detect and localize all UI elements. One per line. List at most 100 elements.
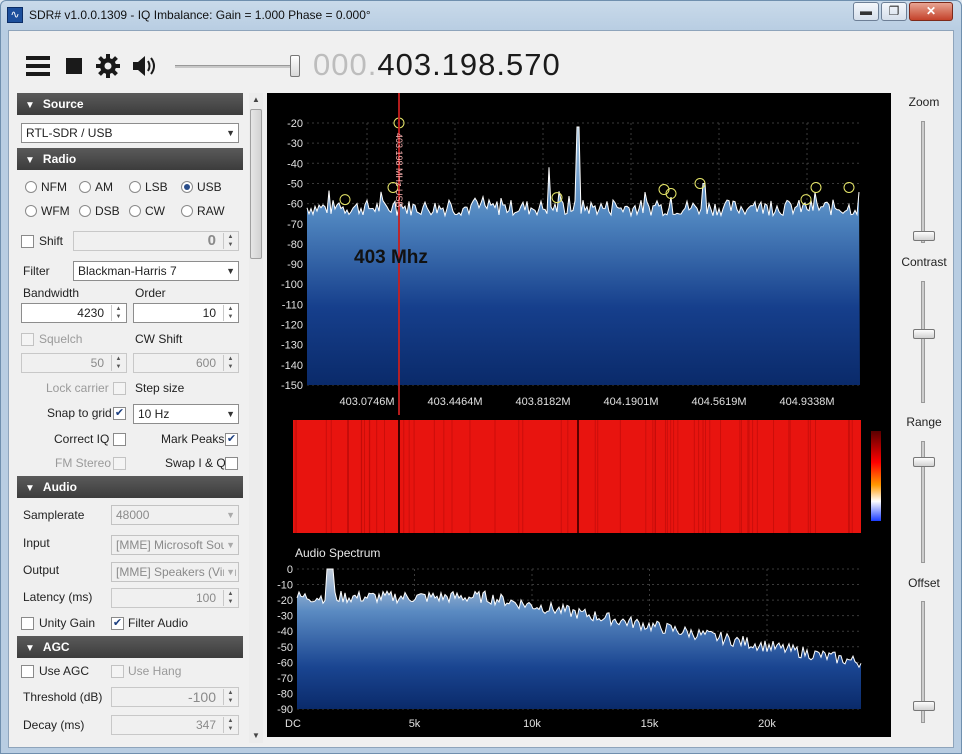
af-y-tick-label: -90 (277, 704, 293, 716)
mode-wfm-label: WFM (41, 204, 70, 218)
waterfall-streak (645, 420, 647, 533)
stop-icon[interactable] (61, 53, 87, 79)
spinner-icon[interactable]: ▲ ▼ (111, 305, 125, 321)
spinner-icon[interactable]: ▲ ▼ (223, 305, 237, 321)
mark-peaks-checkbox[interactable]: ✔ (225, 433, 238, 446)
step-size-select[interactable]: 10 Hz ▼ (133, 404, 239, 424)
spinner-icon[interactable]: ▲ ▼ (223, 689, 237, 705)
agc-header-label: AGC (42, 640, 70, 654)
scroll-down-icon[interactable]: ▼ (249, 729, 263, 743)
offset-slider-thumb[interactable] (913, 701, 935, 711)
waterfall-streak (849, 420, 851, 533)
scrollbar-thumb[interactable] (250, 109, 262, 259)
waterfall-streak (815, 420, 817, 533)
squelch-input[interactable]: 50 ▲ ▼ (21, 353, 127, 373)
latency-input[interactable]: 100 ▲ ▼ (111, 588, 239, 608)
agc-section-header[interactable]: ▼ AGC (17, 636, 243, 658)
audio-spectrum-title: Audio Spectrum (295, 546, 380, 560)
af-x-tick-label: DC (285, 718, 301, 730)
spinner-icon[interactable]: ▲ ▼ (223, 355, 237, 371)
waterfall-colorbar (871, 431, 881, 521)
samplerate-label: Samplerate (23, 508, 85, 522)
source-section-header[interactable]: ▼ Source (17, 93, 243, 115)
title-bar[interactable]: ∿ SDR# v1.0.0.1309 - IQ Imbalance: Gain … (1, 1, 961, 29)
control-panel-scrollbar[interactable]: ▲ ▼ (249, 93, 263, 743)
range-slider-thumb[interactable] (913, 457, 935, 467)
spinner-icon[interactable]: ▲ ▼ (223, 590, 237, 606)
samplerate-select[interactable]: 48000 ▼ (111, 505, 239, 525)
zoom-label: Zoom (908, 95, 940, 109)
range-label: Range (906, 415, 942, 429)
menu-icon[interactable] (25, 53, 51, 79)
volume-slider-track[interactable] (175, 65, 299, 68)
spinner-icon[interactable]: ▲ ▼ (223, 233, 237, 249)
order-input[interactable]: 10 ▲ ▼ (133, 303, 239, 323)
cw-shift-input[interactable]: 600 ▲ ▼ (133, 353, 239, 373)
volume-slider-thumb[interactable] (290, 55, 300, 77)
speaker-icon[interactable] (131, 53, 157, 79)
af-y-tick-label: -50 (277, 642, 293, 654)
maximize-button[interactable]: ❐ (881, 2, 907, 21)
mode-am-radio[interactable] (79, 181, 91, 193)
spectrum-display[interactable]: -20 -30 -40 -50 -60 -70 -80 -90 -100 -110 -120 -130… (267, 93, 891, 737)
mode-wfm-radio[interactable] (25, 205, 37, 217)
waterfall-streak (740, 420, 742, 533)
af-y-tick-label: -30 (277, 611, 293, 623)
lock-carrier-checkbox[interactable] (113, 382, 126, 395)
snap-to-grid-checkbox[interactable]: ✔ (113, 407, 126, 420)
waterfall-streak (295, 420, 297, 533)
correct-iq-checkbox[interactable] (113, 433, 126, 446)
rf-x-tick-label: 404.9338M (779, 396, 834, 408)
source-header-label: Source (42, 97, 84, 111)
shift-input[interactable]: 0 ▲ ▼ (73, 231, 239, 251)
contrast-slider-track[interactable] (921, 281, 925, 403)
vfo-label-text: 403.198 MHz USB (394, 133, 404, 208)
rf-x-tick-label: 404.1901M (603, 396, 658, 408)
radio-section-header[interactable]: ▼ Radio (17, 148, 243, 170)
source-device-select[interactable]: RTL-SDR / USB ▼ (21, 123, 239, 143)
mode-nfm-radio[interactable] (25, 181, 37, 193)
waterfall-streak (748, 420, 750, 533)
waterfall-streak (704, 420, 706, 533)
mode-raw-radio[interactable] (181, 205, 193, 217)
waterfall-streak (433, 420, 435, 533)
close-button[interactable]: ✕ (909, 2, 953, 21)
spinner-icon[interactable]: ▲ ▼ (223, 717, 237, 733)
audio-input-select[interactable]: [MME] Microsoft Soun ▼ (111, 535, 239, 555)
audio-output-select[interactable]: [MME] Speakers (Virtu ▼ (111, 562, 239, 582)
decay-input[interactable]: 347 ▲ ▼ (111, 715, 239, 735)
spinner-icon[interactable]: ▲ ▼ (111, 355, 125, 371)
rf-y-tick-label: -40 (287, 158, 303, 170)
use-agc-checkbox[interactable] (21, 665, 34, 678)
zoom-slider-track[interactable] (921, 121, 925, 243)
shift-checkbox[interactable] (21, 235, 34, 248)
contrast-slider-thumb[interactable] (913, 329, 935, 339)
mode-dsb-radio[interactable] (79, 205, 91, 217)
threshold-input[interactable]: -100 ▲ ▼ (111, 687, 239, 707)
scroll-up-icon[interactable]: ▲ (249, 93, 263, 107)
zoom-slider-thumb[interactable] (913, 231, 935, 241)
gear-icon[interactable] (95, 53, 121, 79)
waterfall-streak (403, 420, 405, 533)
filter-audio-checkbox[interactable]: ✔ (111, 617, 124, 630)
filter-select[interactable]: Blackman-Harris 7 ▼ (73, 261, 239, 281)
waterfall-streak (654, 420, 656, 533)
mode-cw-radio[interactable] (129, 205, 141, 217)
minimize-button[interactable]: ▬ (853, 2, 879, 21)
audio-section-header[interactable]: ▼ Audio (17, 476, 243, 498)
unity-gain-checkbox[interactable] (21, 617, 34, 630)
latency-value: 100 (195, 591, 216, 605)
bandwidth-input[interactable]: 4230 ▲ ▼ (21, 303, 127, 323)
contrast-label: Contrast (901, 255, 947, 269)
mode-usb-radio[interactable] (181, 181, 193, 193)
mode-lsb-radio[interactable] (129, 181, 141, 193)
rf-y-tick-label: -20 (287, 118, 303, 130)
frequency-display[interactable]: 000.403.198.570 (313, 47, 561, 83)
use-hang-checkbox[interactable] (111, 665, 124, 678)
spectrum-svg[interactable]: -20-30-40-50-60-70-80-90-100-110-120-130… (267, 93, 891, 737)
squelch-checkbox[interactable] (21, 333, 34, 346)
chevron-down-icon: ▼ (224, 563, 235, 581)
swap-iq-checkbox[interactable] (225, 457, 238, 470)
fm-stereo-checkbox[interactable] (113, 457, 126, 470)
rf-y-tick-label: -120 (281, 320, 303, 332)
